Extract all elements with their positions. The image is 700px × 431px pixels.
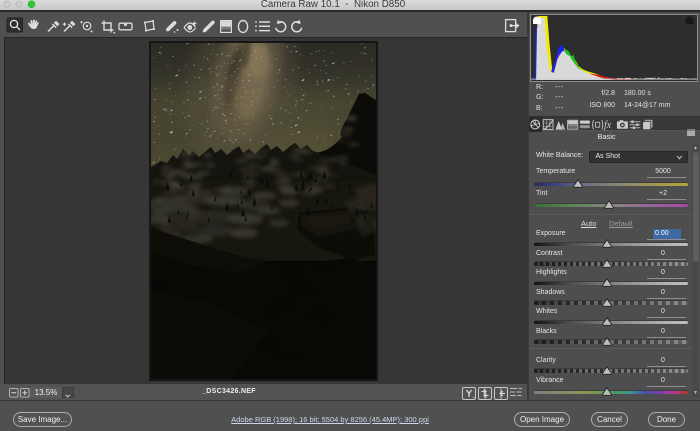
svg-text:fx: fx <box>604 120 612 131</box>
